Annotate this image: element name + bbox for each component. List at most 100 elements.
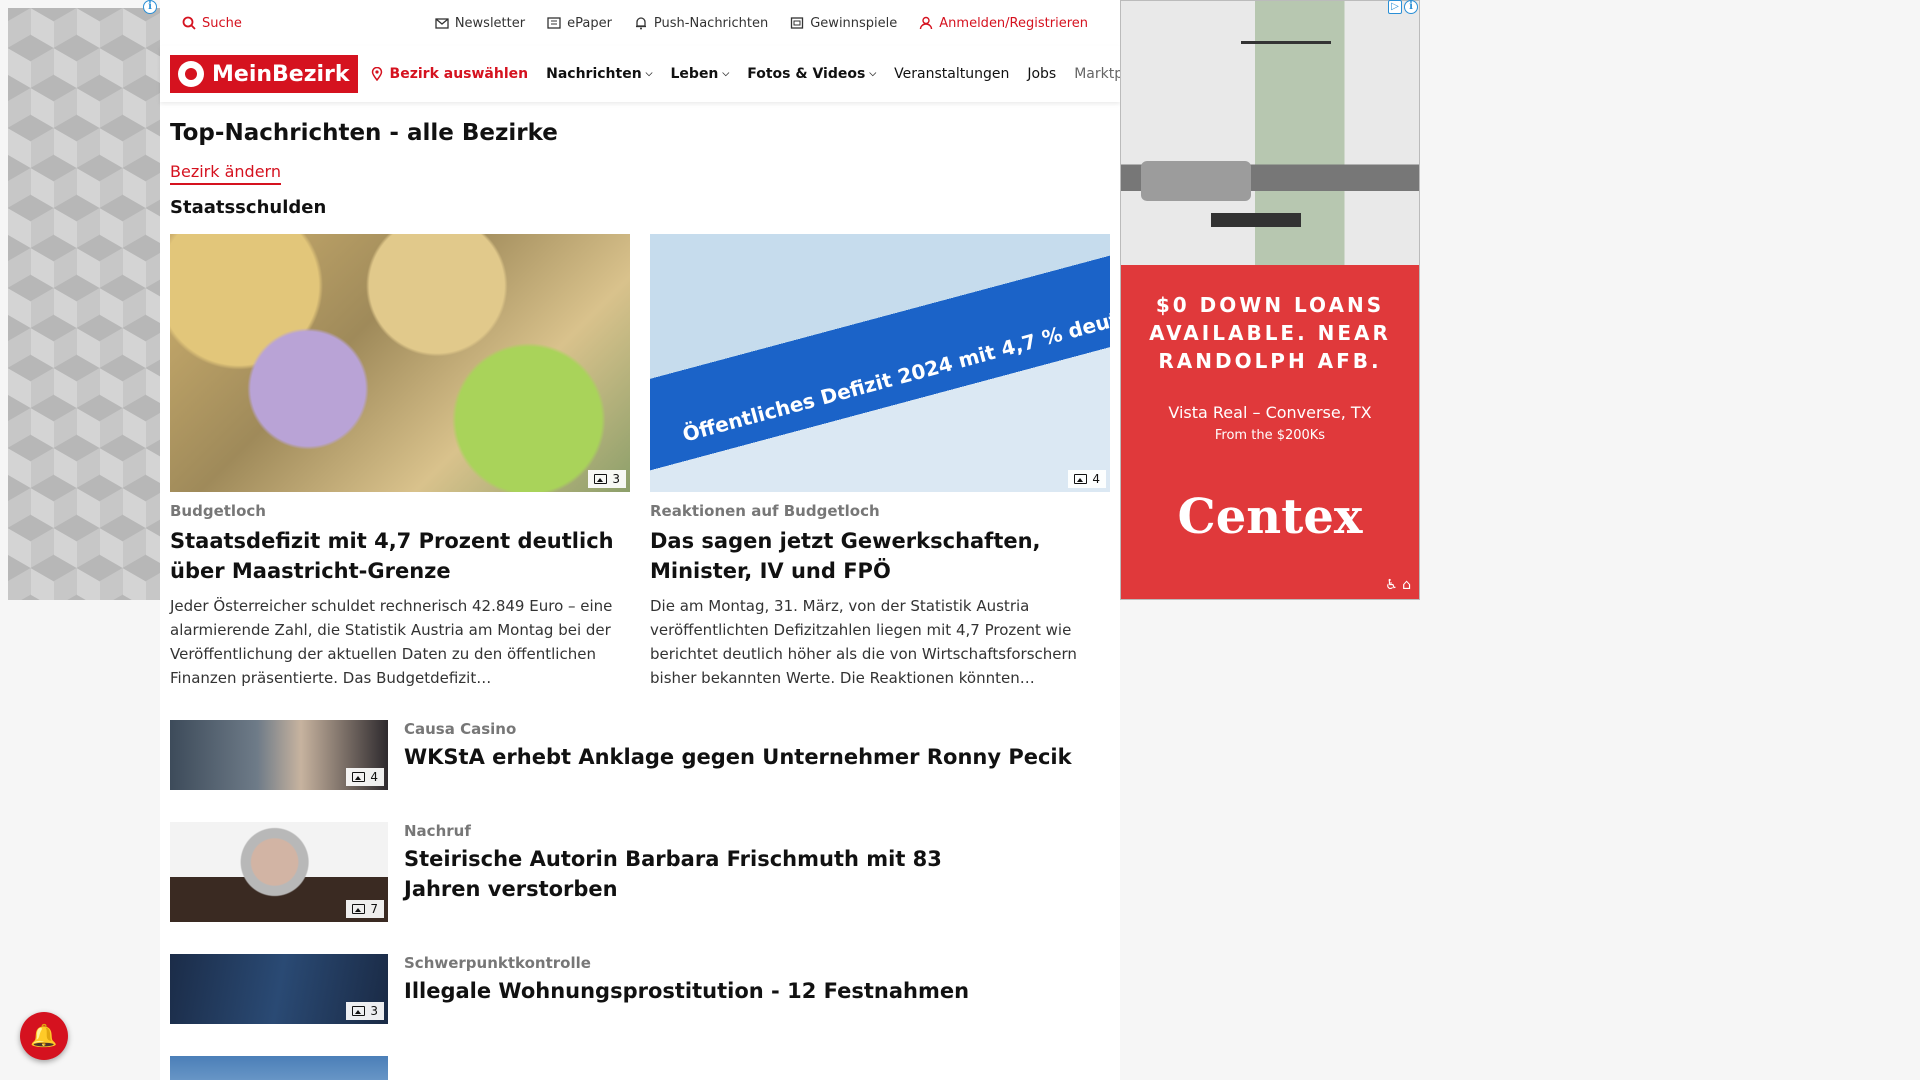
site-logo[interactable]: MeinBezirk: [170, 55, 358, 93]
ceiling-fan-shape: [1241, 41, 1331, 44]
gallery-icon: [352, 1006, 366, 1016]
nav-veranstaltungen[interactable]: Veranstaltungen: [894, 66, 1009, 82]
article-kicker: Causa Casino: [404, 720, 517, 738]
section-title: Staatsschulden: [170, 197, 327, 218]
article-headline[interactable]: Das sagen jetzt Gewerkschaften, Minister…: [650, 526, 1110, 586]
top-utility-bar: Suche Newsletter ePaper Push-Nachrichten…: [160, 0, 1120, 46]
nav-leben[interactable]: Leben ⌵: [671, 66, 730, 82]
article-teaser: Die am Montag, 31. März, von der Statist…: [650, 597, 1077, 687]
chevron-down-icon: ⌵: [869, 69, 877, 79]
gallery-count: 7: [370, 902, 378, 916]
logo-text: MeinBezirk: [212, 61, 350, 87]
gallery-count: 3: [370, 1004, 378, 1018]
equal-housing-icon: ♿ ⌂: [1385, 577, 1411, 593]
ad-brand-logo: Centex: [1177, 489, 1363, 545]
newsletter-link[interactable]: Newsletter: [435, 16, 525, 31]
search-label: Suche: [202, 15, 242, 31]
chevron-down-icon: ⌵: [722, 69, 730, 79]
bell-icon: [635, 17, 646, 30]
ad-info-icon[interactable]: i: [143, 0, 157, 14]
article-kicker: Reaktionen auf Budgetloch: [650, 502, 880, 520]
ad-price: From the $200Ks: [1214, 428, 1326, 443]
main-column: Suche Newsletter ePaper Push-Nachrichten…: [160, 0, 1120, 1080]
nav-marktplatz[interactable]: Marktplatz: [1074, 66, 1120, 82]
login-link[interactable]: Anmelden/Registrieren: [919, 16, 1088, 31]
article-headline[interactable]: WKStA erhebt Anklage gegen Unternehmer R…: [404, 742, 1072, 772]
gallery-badge: 3: [588, 470, 626, 488]
ad-headline: $0 DOWN LOANS AVAILABLE. NEAR RANDOLPH A…: [1149, 293, 1391, 373]
push-notifications-link[interactable]: Push-Nachrichten: [634, 16, 768, 31]
gallery-count: 4: [370, 770, 378, 784]
push-label: Push-Nachrichten: [653, 15, 769, 31]
list-item[interactable]: 3 Schwerpunktkontrolle Illegale Wohnungs…: [170, 954, 1110, 1024]
gallery-badge: 4: [346, 768, 384, 786]
article-kicker: Nachruf: [404, 822, 471, 840]
bell-icon: 🔔: [30, 1023, 58, 1049]
page-title: Top-Nachrichten - alle Bezirke: [170, 120, 558, 146]
change-bezirk-link[interactable]: Bezirk ändern: [170, 162, 281, 185]
gift-icon: [791, 17, 804, 29]
ad-living-room-image: [1121, 1, 1419, 265]
table-shape: [1211, 213, 1301, 227]
nav-fotos-videos[interactable]: Fotos & Videos ⌵: [747, 66, 876, 82]
gallery-icon: [1074, 474, 1088, 484]
nav-nachrichten[interactable]: Nachrichten ⌵: [546, 66, 652, 82]
article-thumbnail[interactable]: [170, 1056, 388, 1080]
article-image[interactable]: Öffentliches Defizit 2024 mit 4,7 % deut…: [650, 234, 1110, 492]
search-icon: [182, 16, 196, 30]
ad-location: Vista Real – Converse, TX: [1168, 403, 1372, 422]
sofa-shape: [1141, 161, 1251, 201]
nav-leben-label: Leben: [670, 66, 719, 82]
article-thumbnail[interactable]: 3: [170, 954, 388, 1024]
right-display-ad[interactable]: $0 DOWN LOANS AVAILABLE. NEAR RANDOLPH A…: [1120, 0, 1420, 600]
logo-mark-icon: [178, 61, 204, 87]
featured-cards: 3 Budgetloch Staatsdefizit mit 4,7 Proze…: [170, 234, 1110, 690]
article-list: 4 Causa Casino WKStA erhebt Anklage gege…: [170, 720, 1110, 1080]
gallery-badge: 7: [346, 900, 384, 918]
nav-veranstaltungen-label: Veranstaltungen: [894, 66, 1010, 82]
gallery-count: 3: [612, 472, 620, 486]
location-pin-icon: [371, 67, 382, 81]
article-image[interactable]: 3: [170, 234, 630, 492]
login-label: Anmelden/Registrieren: [939, 15, 1088, 31]
article-kicker: Schwerpunktkontrolle: [404, 954, 591, 972]
article-thumbnail[interactable]: 7: [170, 822, 388, 922]
article-headline[interactable]: Illegale Wohnungsprostitution - 12 Festn…: [404, 976, 969, 1006]
notification-bell-button[interactable]: 🔔: [20, 1012, 68, 1060]
chevron-down-icon: ⌵: [645, 69, 653, 79]
epaper-label: ePaper: [567, 15, 612, 31]
left-skyscraper-ad[interactable]: [8, 8, 160, 600]
list-item[interactable]: 7 Nachruf Steirische Autorin Barbara Fri…: [170, 822, 1110, 922]
content-area: Top-Nachrichten - alle Bezirke Bezirk än…: [160, 120, 1120, 1080]
article-card[interactable]: 3 Budgetloch Staatsdefizit mit 4,7 Proze…: [170, 234, 630, 690]
gewinnspiele-link[interactable]: Gewinnspiele: [790, 16, 897, 31]
article-teaser: Jeder Österreicher schuldet rechnerisch …: [170, 597, 613, 687]
article-card[interactable]: Öffentliches Defizit 2024 mit 4,7 % deut…: [650, 234, 1110, 690]
article-thumbnail[interactable]: 4: [170, 720, 388, 790]
gallery-icon: [594, 474, 608, 484]
main-navigation: MeinBezirk Bezirk auswählen Nachrichten …: [160, 46, 1120, 102]
epaper-link[interactable]: ePaper: [547, 16, 612, 31]
ad-choices-icon[interactable]: ▷: [1388, 0, 1402, 14]
user-icon: [920, 16, 933, 30]
gallery-icon: [352, 772, 366, 782]
gallery-badge: 4: [1068, 470, 1106, 488]
article-headline[interactable]: Staatsdefizit mit 4,7 Prozent deutlich ü…: [170, 526, 630, 586]
ad-info-icon[interactable]: i: [1404, 0, 1418, 14]
bezirk-select-button[interactable]: Bezirk auswählen: [370, 66, 528, 82]
gallery-badge: 3: [346, 1002, 384, 1020]
nav-jobs[interactable]: Jobs: [1027, 66, 1056, 82]
search-button[interactable]: Suche: [182, 16, 242, 31]
nav-jobs-label: Jobs: [1027, 66, 1057, 82]
list-item[interactable]: 4 Causa Casino WKStA erhebt Anklage gege…: [170, 720, 1110, 790]
gewinnspiele-label: Gewinnspiele: [810, 15, 898, 31]
gallery-icon: [352, 904, 366, 914]
list-item[interactable]: [170, 1056, 1110, 1080]
nav-fotos-label: Fotos & Videos: [747, 66, 866, 82]
nav-marktplatz-label: Marktplatz: [1074, 66, 1120, 82]
newspaper-icon: [547, 17, 561, 29]
article-headline[interactable]: Steirische Autorin Barbara Frischmuth mi…: [404, 844, 1004, 904]
article-kicker: Budgetloch: [170, 502, 266, 520]
newsletter-label: Newsletter: [454, 15, 526, 31]
gallery-count: 4: [1092, 472, 1100, 486]
